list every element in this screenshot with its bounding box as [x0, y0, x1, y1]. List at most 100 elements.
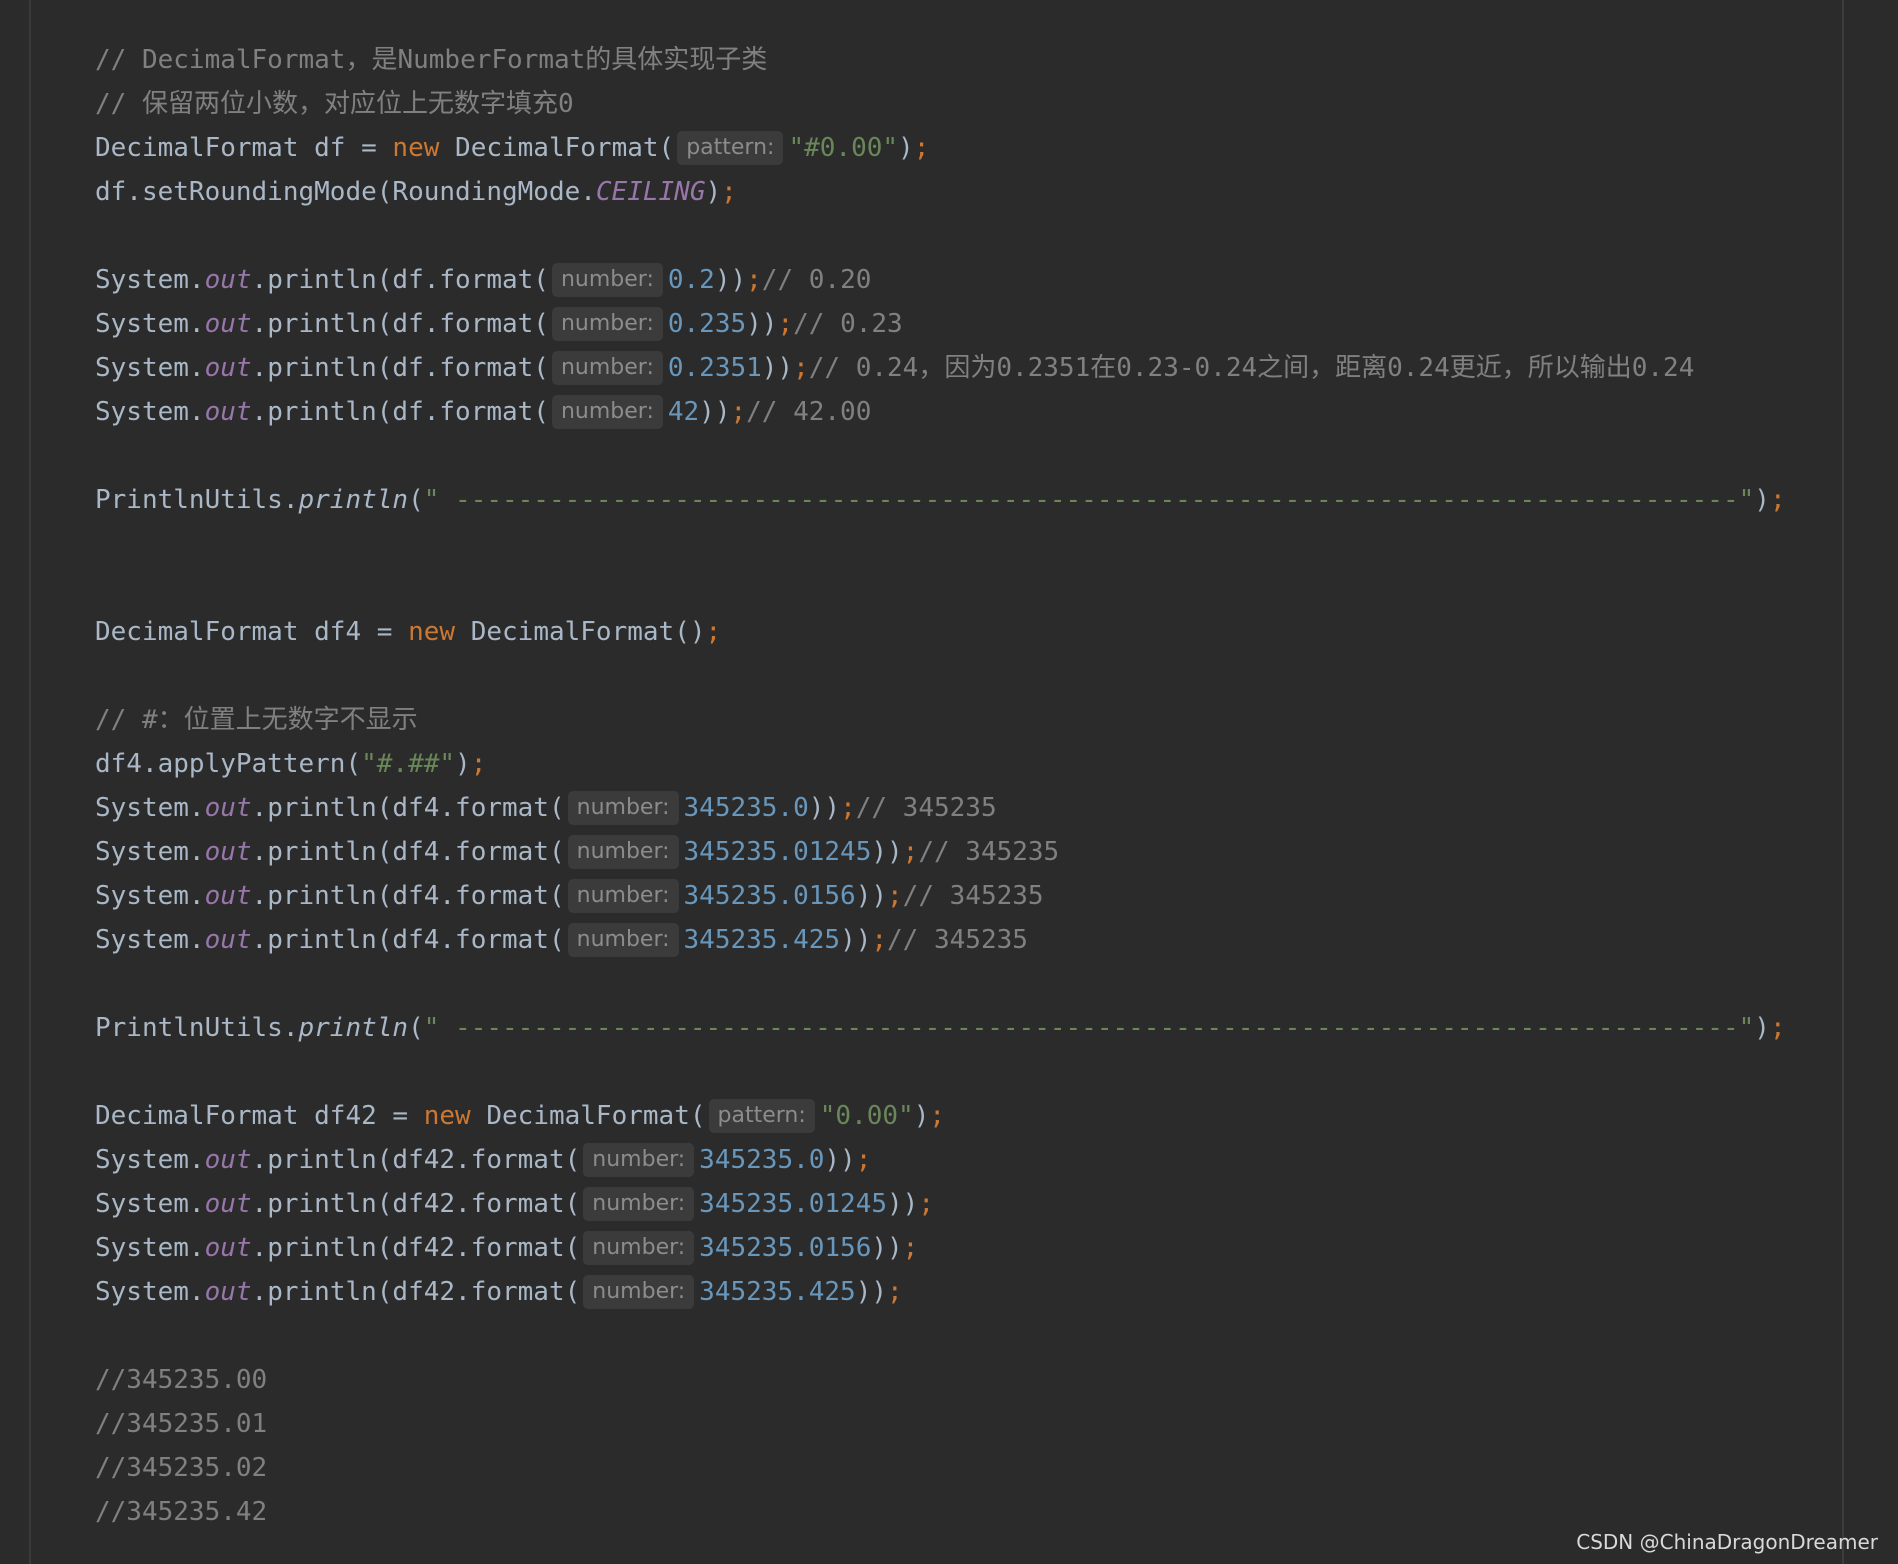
- code-line[interactable]: System.out.println(df.format(number: 0.23…: [95, 346, 1898, 390]
- code-text: )): [855, 881, 888, 911]
- code-static-field: out: [204, 309, 252, 339]
- code-line[interactable]: System.out.println(df.format(number: 42))…: [95, 390, 1898, 434]
- code-semicolon: ;: [913, 133, 930, 163]
- code-static-field: out: [204, 265, 252, 295]
- code-static-field: out: [204, 353, 252, 383]
- code-line[interactable]: System.out.println(df42.format(number: 34…: [95, 1270, 1898, 1314]
- code-text: ): [913, 1101, 930, 1131]
- code-text: PrintlnUtils.: [95, 1013, 299, 1043]
- code-text: ): [1754, 1013, 1770, 1043]
- parameter-hint: number:: [583, 1231, 695, 1265]
- code-semicolon: ;: [918, 1189, 934, 1219]
- code-semicolon: ;: [902, 837, 919, 867]
- code-line[interactable]: System.out.println(df42.format(number: 34…: [95, 1138, 1898, 1182]
- code-text: DecimalFormat df42 =: [95, 1101, 424, 1131]
- parameter-hint: pattern:: [677, 131, 784, 165]
- code-comment: // 0.20: [761, 265, 872, 295]
- code-line[interactable]: PrintlnUtils.println(" -----------------…: [95, 1006, 1898, 1050]
- code-line[interactable]: //345235.01: [95, 1402, 1898, 1446]
- code-text: )): [714, 265, 747, 295]
- code-line[interactable]: System.out.println(df4.format(number: 345…: [95, 874, 1898, 918]
- code-static-field: out: [204, 397, 252, 427]
- code-text: DecimalFormat(: [470, 1101, 706, 1131]
- code-comment: // 42.00: [746, 397, 872, 427]
- code-line[interactable]: df.setRoundingMode(RoundingMode.CEILING)…: [95, 170, 1898, 214]
- code-line[interactable]: ​: [95, 1314, 1898, 1358]
- code-comment: // 保留两位小数，对应位上无数字填充0: [95, 89, 574, 119]
- code-text: df.setRoundingMode(RoundingMode.: [95, 177, 596, 207]
- code-keyword: new: [423, 1101, 471, 1131]
- code-line[interactable]: System.out.println(df.format(number: 0.2)…: [95, 258, 1898, 302]
- code-static-field: out: [204, 1145, 252, 1175]
- code-number: 345235.0: [683, 793, 809, 823]
- code-comment: //345235.02: [95, 1453, 268, 1483]
- code-line[interactable]: df4.applyPattern("#.##");: [95, 742, 1898, 786]
- code-comment: // DecimalFormat，是NumberFormat的具体实现子类: [95, 45, 768, 75]
- code-line[interactable]: System.out.println(df.format(number: 0.23…: [95, 302, 1898, 346]
- code-number: 345235.425: [683, 925, 841, 955]
- code-number: 345235.01245: [699, 1189, 888, 1219]
- code-line[interactable]: ​: [95, 962, 1898, 1006]
- code-comment: // 345235: [887, 925, 1028, 955]
- code-static-field: out: [204, 1277, 252, 1307]
- code-line[interactable]: // 保留两位小数，对应位上无数字填充0: [95, 82, 1898, 126]
- code-line[interactable]: // #：位置上无数字不显示: [95, 698, 1898, 742]
- code-semicolon: ;: [840, 793, 856, 823]
- code-keyword: new: [392, 133, 440, 163]
- code-line[interactable]: // DecimalFormat，是NumberFormat的具体实现子类: [95, 38, 1898, 82]
- code-number: 0.235: [667, 309, 747, 339]
- code-number: 0.2: [667, 265, 715, 295]
- code-line[interactable]: System.out.println(df42.format(number: 34…: [95, 1182, 1898, 1226]
- code-semicolon: ;: [730, 397, 747, 427]
- code-line[interactable]: ​: [95, 434, 1898, 478]
- code-line[interactable]: DecimalFormat df4 = new DecimalFormat();: [95, 610, 1898, 654]
- code-text: )): [808, 793, 841, 823]
- code-line[interactable]: DecimalFormat df = new DecimalFormat(pat…: [95, 126, 1898, 170]
- code-semicolon: ;: [887, 881, 903, 911]
- code-line[interactable]: System.out.println(df4.format(number: 345…: [95, 830, 1898, 874]
- code-static-field: CEILING: [595, 177, 706, 207]
- code-semicolon: ;: [929, 1101, 945, 1131]
- code-number: 42: [667, 397, 700, 427]
- code-comment: // 345235: [902, 881, 1044, 911]
- code-line[interactable]: System.out.println(df42.format(number: 34…: [95, 1226, 1898, 1270]
- code-line[interactable]: System.out.println(df4.format(number: 345…: [95, 918, 1898, 962]
- code-text: .println(df4.format(: [251, 925, 565, 955]
- code-text: df4.applyPattern(: [95, 749, 362, 779]
- code-line[interactable]: PrintlnUtils.println(" -----------------…: [95, 478, 1898, 522]
- code-number: 345235.0: [699, 1145, 825, 1175]
- code-text: .println(df.format(: [251, 353, 549, 383]
- code-text: DecimalFormat df4 =: [95, 617, 409, 647]
- code-semicolon: ;: [705, 617, 722, 647]
- code-semicolon: ;: [721, 177, 737, 207]
- code-line[interactable]: //345235.02: [95, 1446, 1898, 1490]
- parameter-hint: pattern:: [708, 1099, 815, 1133]
- code-line[interactable]: ​: [95, 654, 1898, 698]
- code-line[interactable]: //345235.00: [95, 1358, 1898, 1402]
- code-line[interactable]: ​: [95, 522, 1898, 566]
- code-line[interactable]: ​: [95, 1050, 1898, 1094]
- code-comment: //345235.01: [95, 1409, 268, 1439]
- code-keyword: new: [408, 617, 456, 647]
- code-line[interactable]: ​: [95, 566, 1898, 610]
- code-line[interactable]: ​: [95, 214, 1898, 258]
- code-text: DecimalFormat(: [439, 133, 675, 163]
- parameter-hint: number:: [567, 879, 679, 913]
- code-text: System.: [95, 265, 205, 295]
- code-line[interactable]: //345235.42: [95, 1490, 1898, 1534]
- code-text: .println(df42.format(: [251, 1277, 581, 1307]
- code-comment: // #：位置上无数字不显示: [95, 705, 418, 735]
- code-text: .println(df4.format(: [251, 793, 565, 823]
- code-text: )): [855, 1277, 888, 1307]
- code-editor[interactable]: // DecimalFormat，是NumberFormat的具体实现子类 // …: [0, 0, 1898, 1564]
- code-line[interactable]: System.out.println(df4.format(number: 345…: [95, 786, 1898, 830]
- code-string: " --------------------------------------…: [423, 485, 1755, 515]
- code-line[interactable]: DecimalFormat df42 = new DecimalFormat(p…: [95, 1094, 1898, 1138]
- code-number: 0.2351: [667, 353, 762, 383]
- code-number: 345235.01245: [683, 837, 872, 867]
- code-semicolon: ;: [1769, 1013, 1786, 1043]
- code-area[interactable]: // DecimalFormat，是NumberFormat的具体实现子类 // …: [95, 38, 1898, 1534]
- code-static-method: println: [298, 1013, 409, 1043]
- parameter-hint: number:: [583, 1275, 695, 1309]
- code-semicolon: ;: [887, 1277, 903, 1307]
